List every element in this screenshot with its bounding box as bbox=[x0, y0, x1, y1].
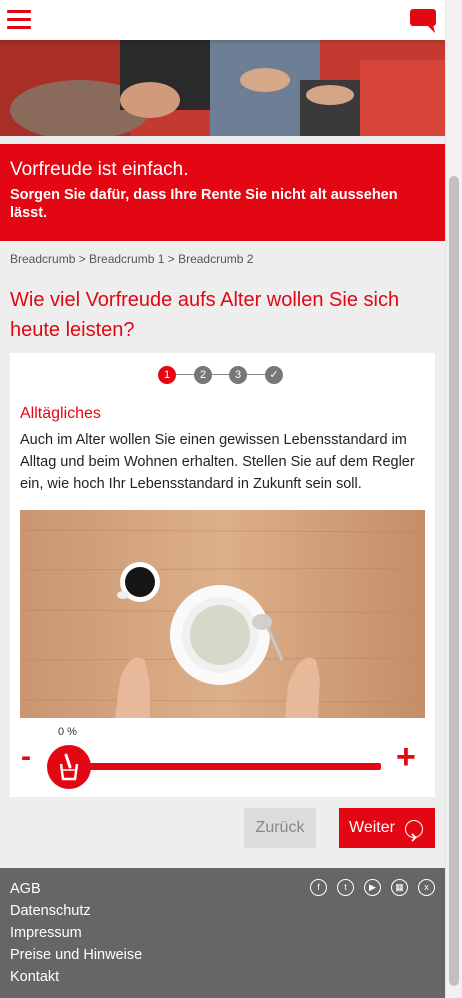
slider-track[interactable] bbox=[65, 763, 381, 770]
footer-link-datenschutz[interactable]: Datenschutz bbox=[10, 900, 142, 922]
youtube-icon[interactable]: ▶ bbox=[364, 879, 381, 896]
facebook-icon[interactable]: f bbox=[310, 879, 327, 896]
page: Vorfreude ist einfach. Sorgen Sie dafür,… bbox=[0, 0, 445, 998]
step-connector bbox=[247, 374, 265, 375]
lifestyle-slider: - 0 % + bbox=[10, 723, 435, 793]
step-2[interactable]: 2 bbox=[194, 366, 212, 384]
footer-links: AGB Datenschutz Impressum Preise und Hin… bbox=[10, 878, 142, 988]
step-connector bbox=[176, 374, 194, 375]
slider-value-label: 0 % bbox=[58, 726, 77, 738]
section-description: Auch im Alter wollen Sie einen gewissen … bbox=[20, 432, 415, 492]
chat-bubble-icon[interactable] bbox=[409, 8, 437, 34]
twitter-icon[interactable]: t bbox=[337, 879, 354, 896]
back-button[interactable]: Zurück bbox=[244, 808, 316, 848]
footer-link-preise[interactable]: Preise und Hinweise bbox=[10, 944, 142, 966]
breakfast-photo bbox=[20, 510, 425, 718]
banner-subtitle: Sorgen Sie dafür, dass Ihre Rente Sie ni… bbox=[10, 187, 398, 221]
next-button[interactable]: Weiter bbox=[339, 808, 435, 848]
hamburger-menu-icon[interactable] bbox=[7, 8, 31, 32]
scrollbar-thumb[interactable] bbox=[449, 176, 459, 986]
calculator-card: 1 2 3 ✓ Alltägliches Auch im Alter wolle… bbox=[10, 353, 435, 797]
page-title: Wie viel Vorfreude aufs Alter wollen Sie… bbox=[10, 289, 400, 341]
xing-icon[interactable]: x bbox=[418, 879, 435, 896]
step-1[interactable]: 1 bbox=[158, 366, 176, 384]
section-title: Alltägliches bbox=[20, 405, 101, 422]
hero-image bbox=[0, 40, 445, 136]
step-done-checkmark-icon[interactable]: ✓ bbox=[265, 366, 283, 384]
calendar-icon[interactable]: ▦ bbox=[391, 879, 408, 896]
slider-handle[interactable] bbox=[47, 745, 91, 789]
increase-button[interactable]: + bbox=[396, 740, 416, 774]
banner-title: Vorfreude ist einfach. bbox=[10, 159, 189, 180]
promo-banner: Vorfreude ist einfach. Sorgen Sie dafür,… bbox=[0, 144, 445, 241]
decrease-button[interactable]: - bbox=[21, 742, 31, 772]
step-connector bbox=[212, 374, 229, 375]
footer-link-kontakt[interactable]: Kontakt bbox=[10, 966, 142, 988]
top-header bbox=[0, 0, 445, 40]
footer-link-agb[interactable]: AGB bbox=[10, 878, 142, 900]
next-button-label: Weiter bbox=[349, 819, 395, 836]
scrollbar[interactable] bbox=[445, 0, 462, 998]
breadcrumb[interactable]: Breadcrumb > Breadcrumb 1 > Breadcrumb 2 bbox=[10, 252, 253, 266]
step-indicator: 1 2 3 ✓ bbox=[158, 366, 294, 384]
footer: AGB Datenschutz Impressum Preise und Hin… bbox=[0, 868, 445, 998]
step-3[interactable]: 3 bbox=[229, 366, 247, 384]
mug-icon bbox=[59, 753, 79, 781]
chevron-right-icon bbox=[405, 820, 423, 842]
footer-link-impressum[interactable]: Impressum bbox=[10, 922, 142, 944]
